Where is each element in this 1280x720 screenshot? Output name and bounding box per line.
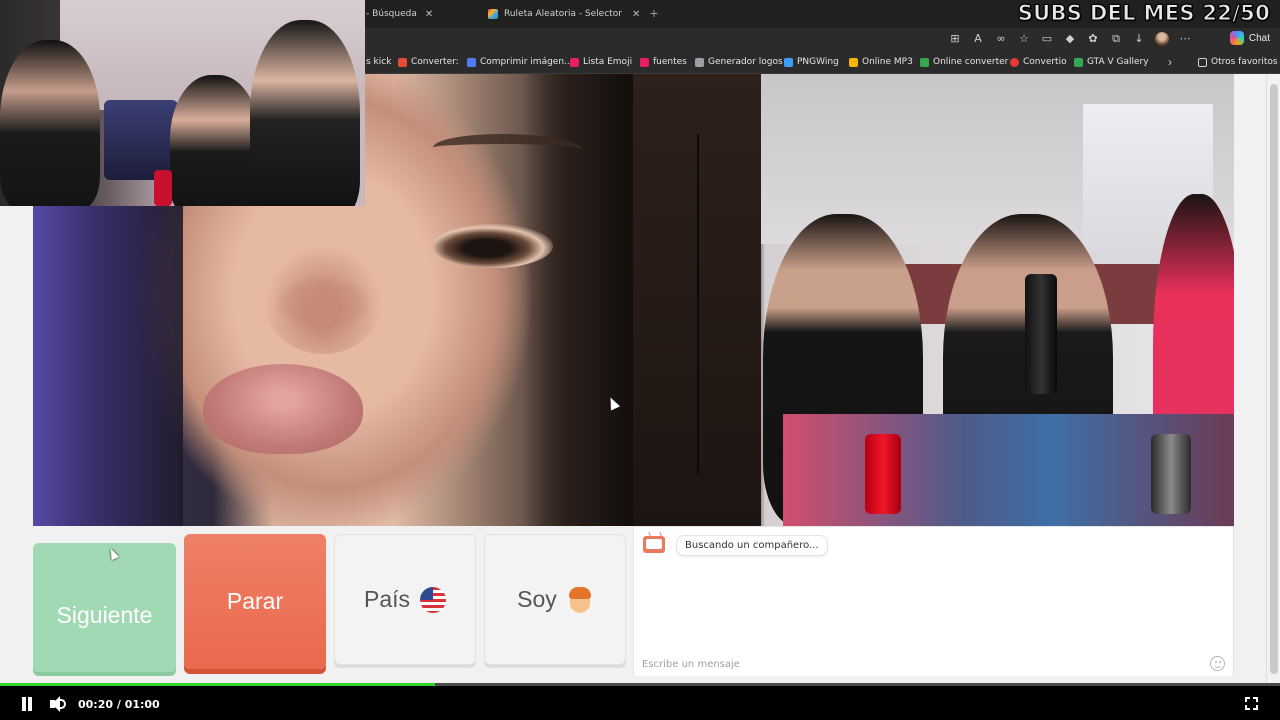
bookmark-item[interactable]: PNGWing [784, 57, 839, 67]
boy-emoji-icon [566, 586, 593, 613]
webcam-red-bottle [154, 170, 172, 206]
bookmark-label: Lista Emoji [583, 57, 633, 67]
pause-icon[interactable] [20, 697, 34, 711]
favorite-star-icon[interactable]: ☆ [1017, 32, 1031, 46]
bookmark-item[interactable]: Online MP3 [849, 57, 913, 67]
compress-icon [467, 57, 476, 67]
bookmark-item[interactable]: fuentes [640, 57, 687, 67]
video-wardrobe [633, 74, 761, 526]
tab-roulette[interactable]: Ruleta Aleatoria - Selector Person ✕ [488, 4, 644, 24]
chevron-right-icon[interactable]: › [1168, 55, 1172, 69]
translate-icon[interactable]: A [971, 32, 985, 46]
chat-panel: Buscando un compañero... [633, 526, 1234, 676]
streamer-webcam-overlay [0, 0, 365, 206]
gta-gallery-icon [1074, 57, 1083, 67]
iam-button-label: Soy [517, 586, 557, 612]
country-button-label: País [363, 586, 411, 612]
screen: - Búsqueda ✕ Ruleta Aleatoria - Selector… [0, 0, 1280, 720]
media-icon[interactable]: ▭ [1040, 32, 1054, 46]
chat-button-label: Chat [1248, 32, 1270, 44]
time-display: 00:20 / 01:00 [78, 698, 160, 711]
next-button-label: Siguiente [56, 602, 153, 628]
bookmark-label: PNGWing [797, 57, 839, 67]
scrollbar-thumb[interactable] [1270, 84, 1278, 674]
bookmark-label: Online converter [933, 57, 1009, 67]
country-button[interactable]: País [334, 534, 476, 665]
online-mp3-icon [849, 57, 858, 67]
emoji-smile-icon[interactable] [1210, 656, 1225, 671]
more-menu-icon[interactable]: ⋯ [1178, 32, 1192, 46]
online-converter-icon [920, 57, 929, 67]
extension-diamond-icon[interactable]: ◆ [1063, 32, 1077, 46]
copilot-chat-button[interactable]: Chat [1229, 31, 1270, 45]
next-button[interactable]: Siguiente [33, 543, 176, 676]
app-grid-icon[interactable]: ⊞ [948, 32, 962, 46]
collections-icon[interactable]: ⧉ [1109, 32, 1123, 46]
bookmark-item[interactable]: Converter: [398, 57, 459, 67]
link-icon[interactable]: ∞ [994, 32, 1008, 46]
page-scrollbar[interactable] [1266, 74, 1280, 684]
fullscreen-icon[interactable] [1244, 696, 1259, 711]
bookmark-label: Convertio [1023, 57, 1067, 67]
bookmark-label: Online MP3 [862, 57, 913, 67]
fonts-icon [640, 57, 649, 67]
player-controls: 00:20 / 01:00 [0, 686, 1280, 720]
bookmark-label: s kick [366, 57, 392, 67]
convertio-icon [1010, 57, 1019, 67]
video-nose [263, 244, 383, 354]
bookmark-label: Otros favoritos [1211, 57, 1278, 67]
tab-label: Ruleta Aleatoria - Selector Person [504, 9, 624, 19]
self-video [633, 74, 1234, 526]
emoji-list-icon [570, 57, 579, 67]
copilot-icon [1229, 31, 1244, 45]
bookmark-label: Comprimir imágen... [480, 57, 573, 67]
video-eyebrow [433, 134, 583, 164]
new-tab-icon[interactable]: + [650, 5, 658, 21]
logo-generator-icon [695, 57, 704, 67]
bookmark-label: Generador logos [708, 57, 783, 67]
toolbar-icons: ⊞ A ∞ ☆ ▭ ◆ ✿ ⧉ ↓ ⋯ [948, 32, 1192, 46]
video-black-bottle [1025, 274, 1057, 394]
bookmark-label: fuentes [653, 57, 687, 67]
webcam-chair [104, 100, 178, 180]
tab-search[interactable]: - Búsqueda ✕ [366, 4, 482, 24]
ometv-logo-icon [643, 536, 665, 553]
close-tab-icon[interactable]: ✕ [632, 9, 640, 20]
close-tab-icon[interactable]: ✕ [425, 9, 433, 20]
webcam-person-middle [170, 75, 260, 206]
bookmark-item[interactable]: Lista Emoji [570, 57, 632, 67]
iam-button[interactable]: Soy [484, 534, 626, 665]
webcam-person-right [250, 20, 360, 206]
video-lips [203, 364, 363, 454]
bookmark-label: GTA V Gallery [1087, 57, 1149, 67]
folder-icon [1198, 57, 1207, 67]
status-message-bubble: Buscando un compañero... [676, 535, 828, 556]
video-eye [433, 224, 553, 268]
bookmark-item[interactable]: Generador logos [695, 57, 783, 67]
video-red-bottle [865, 434, 901, 514]
bookmark-item[interactable]: s kick [366, 57, 391, 67]
tab-label: - Búsqueda [366, 9, 417, 19]
subs-overlay-banner: SUBS DEL MES 22/50 [1017, 1, 1270, 26]
wardrobe-seam [697, 134, 699, 474]
tab-favicon-icon [488, 9, 498, 19]
download-icon[interactable]: ↓ [1132, 32, 1146, 46]
converter-icon [398, 57, 407, 67]
stop-button[interactable]: Parar [184, 534, 326, 669]
bookmark-item[interactable]: Comprimir imágen... [467, 57, 573, 67]
bookmark-item[interactable]: GTA V Gallery [1074, 57, 1149, 67]
message-input[interactable] [634, 652, 1233, 676]
video-steel-bottle [1151, 434, 1191, 514]
extensions-icon[interactable]: ✿ [1086, 32, 1100, 46]
other-bookmarks-folder[interactable]: Otros favoritos [1198, 57, 1278, 67]
webcam-person-left [0, 40, 100, 206]
bookmark-item[interactable]: Online converter [920, 57, 1008, 67]
profile-avatar[interactable] [1155, 32, 1169, 46]
stop-button-label: Parar [226, 588, 284, 614]
bookmark-label: Converter: [411, 57, 459, 67]
us-flag-icon [420, 586, 447, 613]
pngwing-icon [784, 57, 793, 67]
bookmark-item[interactable]: Convertio [1010, 57, 1067, 67]
